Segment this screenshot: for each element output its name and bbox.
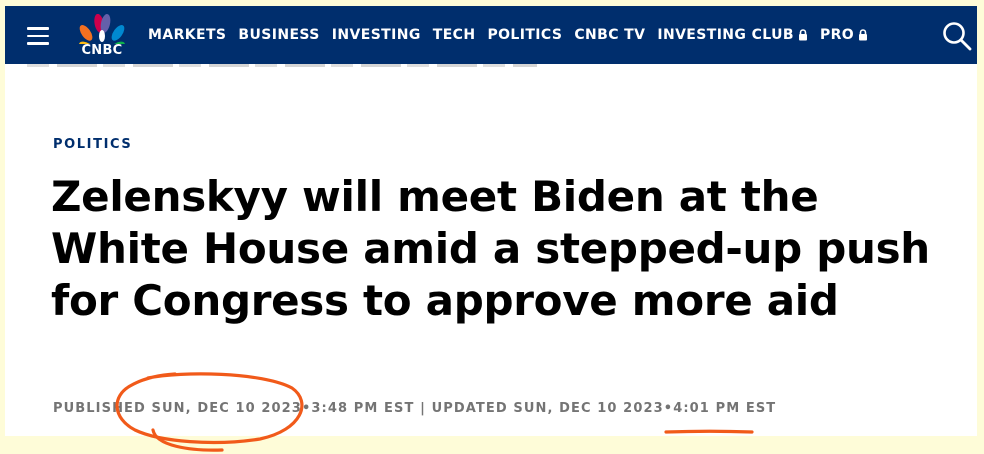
nav-link-politics[interactable]: POLITICS — [487, 27, 562, 43]
updated-time: 4:01 PM EST — [673, 401, 777, 416]
logo-text: CNBC — [81, 43, 123, 58]
section-nav: MARKETS BUSINESS INVESTING TECH POLITICS… — [148, 6, 880, 64]
cnbc-logo[interactable]: CNBC — [75, 13, 135, 60]
search-button[interactable] — [941, 20, 973, 52]
hamburger-menu-icon[interactable] — [27, 27, 49, 45]
peacock-icon — [79, 13, 125, 54]
nav-link-investing-club-label: INVESTING CLUB — [657, 27, 794, 43]
nav-link-cnbc-tv[interactable]: CNBC TV — [574, 27, 645, 43]
search-icon — [943, 22, 972, 51]
article-category-link[interactable]: POLITICS — [53, 137, 132, 152]
nav-link-pro-label: PRO — [819, 27, 855, 43]
timestamp-divider: | — [420, 401, 426, 416]
bullet-separator: • — [301, 401, 312, 416]
lock-icon — [859, 29, 868, 41]
nav-link-tech[interactable]: TECH — [433, 27, 476, 43]
article-timestamps: PUBLISHED SUN, DEC 10 2023•3:48 PM EST |… — [53, 401, 776, 416]
faded-ticker-strip — [27, 64, 537, 67]
article-headline: Zelenskyy will meet Biden at the White H… — [51, 172, 930, 325]
screenshot-frame: CNBC MARKETS BUSINESS INVESTING TECH POL… — [5, 6, 977, 436]
published-time: 3:48 PM EST — [311, 401, 415, 416]
nav-link-investing[interactable]: INVESTING — [332, 27, 421, 43]
lock-icon — [798, 29, 807, 41]
updated-date: UPDATED SUN, DEC 10 2023 — [431, 401, 664, 416]
bullet-separator: • — [663, 401, 674, 416]
nav-link-business[interactable]: BUSINESS — [238, 27, 319, 43]
top-navigation-bar: CNBC MARKETS BUSINESS INVESTING TECH POL… — [5, 6, 977, 64]
nav-link-pro[interactable]: PRO — [820, 27, 868, 43]
nav-link-investing-club[interactable]: INVESTING CLUB — [657, 27, 808, 43]
nav-link-markets[interactable]: MARKETS — [148, 27, 226, 43]
published-date: PUBLISHED SUN, DEC 10 2023 — [53, 401, 302, 416]
